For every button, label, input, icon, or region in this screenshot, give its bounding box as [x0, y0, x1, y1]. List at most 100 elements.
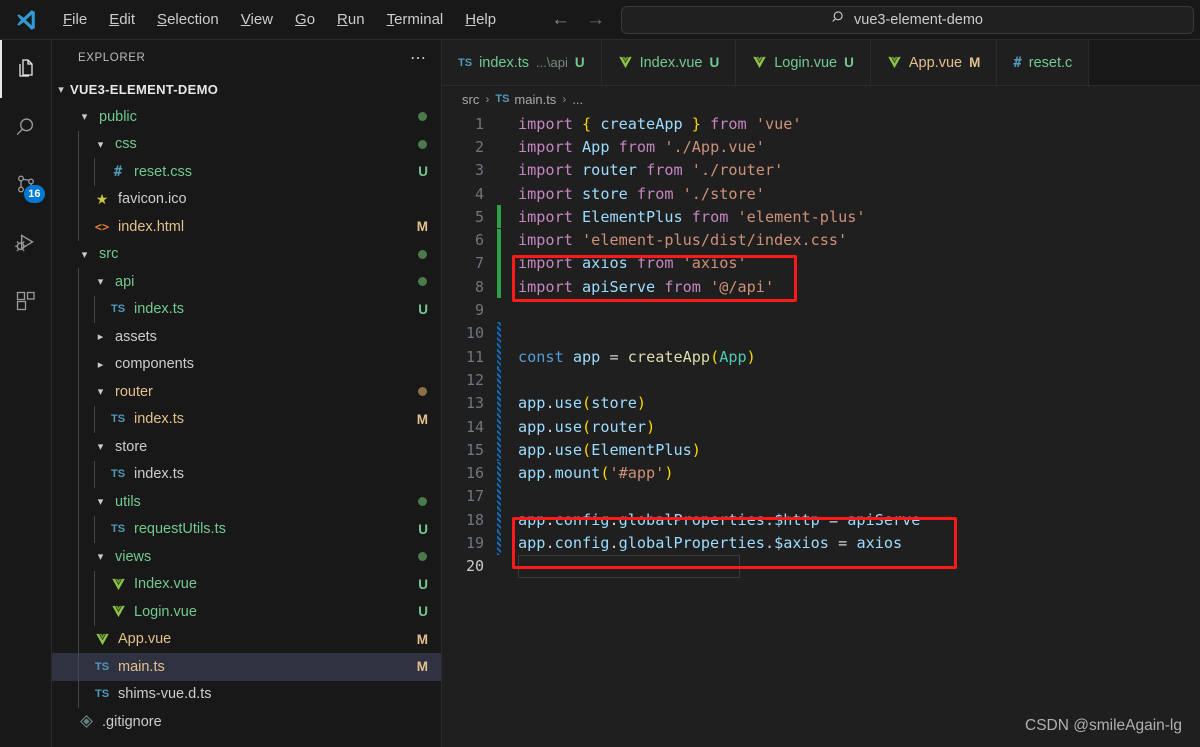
activity-item-explorer[interactable] [0, 40, 52, 98]
navigation-arrows[interactable]: ← → [551, 10, 605, 29]
code-token: } [692, 115, 701, 133]
code-line[interactable]: 6import 'element-plus/dist/index.css' [442, 229, 1200, 252]
menu-item-selection[interactable]: Selection [148, 8, 228, 31]
tree-file-index-ts[interactable]: TSindex.ts [52, 461, 441, 489]
tree-file-login-vue[interactable]: Login.vueU [52, 598, 441, 626]
tree-file-index-ts[interactable]: TSindex.tsM [52, 406, 441, 434]
code-line[interactable]: 12 [442, 368, 1200, 391]
menu-item-file[interactable]: File [54, 8, 96, 31]
code-line[interactable]: 16app.mount('#app') [442, 462, 1200, 485]
breadcrumb-item[interactable]: src [462, 92, 479, 107]
chevron-down-icon[interactable]: ▾ [52, 83, 70, 96]
chevron-right-icon[interactable]: ▸ [92, 358, 109, 371]
editor-tab-index-vue[interactable]: Index.vueU [602, 40, 737, 85]
tree-file-main-ts[interactable]: TSmain.tsM [52, 653, 441, 681]
quick-input-search[interactable]: vue3-element-demo [621, 6, 1194, 34]
git-status-dot [418, 552, 427, 561]
breadcrumb[interactable]: src›TSmain.ts›... [442, 86, 1200, 112]
editor-tab-login-vue[interactable]: Login.vueU [736, 40, 871, 85]
code-line[interactable]: 13app.use(store) [442, 392, 1200, 415]
tree-folder-css[interactable]: ▾css [52, 131, 441, 159]
tree-folder-router[interactable]: ▾router [52, 378, 441, 406]
code-line[interactable]: 2import App from './App.vue' [442, 135, 1200, 158]
arrow-left-icon[interactable]: ← [551, 10, 570, 29]
menu-item-help[interactable]: Help [456, 8, 505, 31]
tree-file-shims-vue-d-ts[interactable]: TSshims-vue.d.ts [52, 681, 441, 709]
code-line[interactable]: 8import apiServe from '@/api' [442, 275, 1200, 298]
chevron-down-icon[interactable]: ▾ [76, 110, 93, 123]
tree-folder-views[interactable]: ▾views [52, 543, 441, 571]
code-line[interactable]: 17 [442, 485, 1200, 508]
editor-group: TSindex.ts...\apiUIndex.vueULogin.vueUAp… [442, 40, 1200, 747]
chevron-down-icon[interactable]: ▾ [76, 248, 93, 261]
code-line[interactable]: 19app.config.globalProperties.$axios = a… [442, 531, 1200, 554]
activity-item-search[interactable] [0, 98, 52, 156]
code-token [573, 254, 582, 272]
tree-file-index-vue[interactable]: Index.vueU [52, 571, 441, 599]
tree-folder-public[interactable]: ▾public [52, 103, 441, 131]
menu-item-run[interactable]: Run [328, 8, 374, 31]
chevron-down-icon[interactable]: ▾ [92, 385, 109, 398]
code-line[interactable]: 18app.config.globalProperties.$http = ap… [442, 508, 1200, 531]
code-token: store [591, 394, 637, 412]
arrow-right-icon[interactable]: → [586, 10, 605, 29]
menu-item-go[interactable]: Go [286, 8, 324, 31]
code-token [747, 115, 756, 133]
code-token [673, 254, 682, 272]
tree-folder-api[interactable]: ▾api [52, 268, 441, 296]
tree-folder-store[interactable]: ▾store [52, 433, 441, 461]
tree-folder-components[interactable]: ▸components [52, 351, 441, 379]
editor-tab-label: index.ts [479, 55, 529, 71]
chevron-down-icon[interactable]: ▾ [92, 550, 109, 563]
tree-folder-src[interactable]: ▾src [52, 241, 441, 269]
code-line[interactable]: 4import store from './store' [442, 182, 1200, 205]
menu-bar[interactable]: File Edit Selection View Go Run Terminal… [52, 0, 507, 40]
vue-icon [887, 55, 902, 70]
chevron-right-icon[interactable]: ▸ [92, 330, 109, 343]
editor-tab-app-vue[interactable]: App.vueM [871, 40, 997, 85]
tree-file-favicon-ico[interactable]: ★favicon.ico [52, 186, 441, 214]
breadcrumb-label: ... [572, 92, 583, 107]
editor-tab-index-ts[interactable]: TSindex.ts...\apiU [442, 40, 602, 85]
activity-item-run-debug[interactable] [0, 214, 52, 272]
activity-item-source-control[interactable]: 16 [0, 156, 52, 214]
chevron-down-icon[interactable]: ▾ [92, 495, 109, 508]
tree-file-reset-css[interactable]: #reset.cssU [52, 158, 441, 186]
code-line[interactable]: 7import axios from 'axios' [442, 252, 1200, 275]
menu-item-view[interactable]: View [232, 8, 282, 31]
tree-folder-utils[interactable]: ▾utils [52, 488, 441, 516]
code-line[interactable]: 14app.use(router) [442, 415, 1200, 438]
tree-folder-assets[interactable]: ▸assets [52, 323, 441, 351]
ellipsis-icon[interactable]: ⋯ [410, 48, 427, 68]
code-line[interactable]: 1import { createApp } from 'vue' [442, 112, 1200, 135]
editor-tab-reset-c[interactable]: #reset.c [997, 40, 1089, 85]
tree-file-app-vue[interactable]: App.vueM [52, 626, 441, 654]
editor-tab-description: ...\api [536, 55, 568, 70]
code-token: ( [582, 441, 591, 459]
code-line[interactable]: 10 [442, 322, 1200, 345]
workspace-root-row[interactable]: ▾ VUE3-ELEMENT-DEMO [52, 75, 441, 103]
code-token [655, 138, 664, 156]
breadcrumb-item[interactable]: TSmain.ts [495, 92, 556, 107]
code-line[interactable]: 15app.use(ElementPlus) [442, 438, 1200, 461]
code-line[interactable]: 11const app = createApp(App) [442, 345, 1200, 368]
chevron-down-icon[interactable]: ▾ [92, 275, 109, 288]
code-line[interactable]: 5import ElementPlus from 'element-plus' [442, 205, 1200, 228]
activity-item-extensions[interactable] [0, 272, 52, 330]
gutter-modified-marker [497, 415, 501, 438]
tree-file-gitignore[interactable]: .gitignore [52, 708, 441, 736]
tree-file-index-ts[interactable]: TSindex.tsU [52, 296, 441, 324]
menu-item-terminal[interactable]: Terminal [378, 8, 453, 31]
gutter-added-marker [497, 275, 501, 298]
chevron-down-icon[interactable]: ▾ [92, 440, 109, 453]
menu-item-edit[interactable]: Edit [100, 8, 144, 31]
tree-file-requestutils-ts[interactable]: TSrequestUtils.tsU [52, 516, 441, 544]
code-line[interactable]: 3import router from './router' [442, 159, 1200, 182]
chevron-down-icon[interactable]: ▾ [92, 138, 109, 151]
code-editor[interactable]: 1import { createApp } from 'vue'2import … [442, 112, 1200, 747]
breadcrumb-item[interactable]: ... [572, 92, 583, 107]
tree-file-index-html[interactable]: <>index.htmlM [52, 213, 441, 241]
code-line[interactable]: 9 [442, 298, 1200, 321]
code-token: = [838, 534, 847, 552]
code-token: App [582, 138, 609, 156]
